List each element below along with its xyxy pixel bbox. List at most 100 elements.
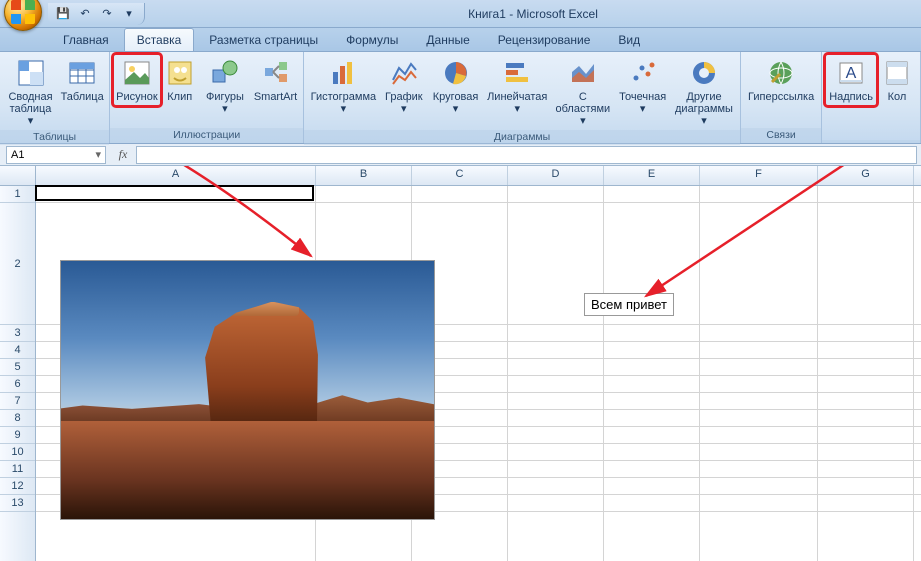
group-label: Иллюстрации bbox=[110, 128, 303, 143]
line-chart-button[interactable]: График ▾ bbox=[380, 54, 428, 118]
select-all-corner[interactable] bbox=[0, 166, 36, 185]
scatter-chart-button-label: Точечная ▾ bbox=[618, 91, 667, 115]
name-box-value: A1 bbox=[11, 149, 24, 161]
bar-chart-button[interactable]: Линейчатая ▾ bbox=[483, 54, 551, 118]
tab-главная[interactable]: Главная bbox=[50, 28, 122, 51]
row-header-2[interactable]: 2 bbox=[0, 203, 35, 325]
tab-вставка[interactable]: Вставка bbox=[124, 28, 195, 51]
column-header-B[interactable]: B bbox=[316, 166, 412, 185]
column-header-G[interactable]: G bbox=[818, 166, 914, 185]
annotation-arrow-right bbox=[616, 166, 876, 306]
shapes-button-label: Фигуры ▾ bbox=[203, 91, 247, 115]
fx-icon[interactable]: fx bbox=[114, 146, 132, 164]
table-icon bbox=[66, 57, 98, 89]
smartart-button-label: SmartArt bbox=[254, 91, 297, 103]
other-charts-button-label: Другие диаграммы ▾ bbox=[675, 91, 733, 127]
group-label: Диаграммы bbox=[304, 130, 740, 145]
footer-button-label: Кол bbox=[888, 91, 907, 103]
undo-icon[interactable]: ↶ bbox=[76, 5, 94, 23]
row-header-9[interactable]: 9 bbox=[0, 427, 35, 444]
areachart-icon bbox=[567, 57, 599, 89]
tab-данные[interactable]: Данные bbox=[413, 28, 482, 51]
row-header-5[interactable]: 5 bbox=[0, 359, 35, 376]
redo-icon[interactable]: ↷ bbox=[98, 5, 116, 23]
textbox-content: Всем привет bbox=[591, 297, 667, 312]
window-title: Книга1 - Microsoft Excel bbox=[145, 7, 921, 21]
inserted-textbox[interactable]: Всем привет bbox=[584, 293, 674, 316]
tab-формулы[interactable]: Формулы bbox=[333, 28, 411, 51]
row-header-13[interactable]: 13 bbox=[0, 495, 35, 512]
formula-bar[interactable] bbox=[136, 146, 917, 164]
inserted-picture[interactable] bbox=[60, 260, 435, 520]
row-headers: 12345678910111213 bbox=[0, 186, 36, 561]
doughnut-icon bbox=[688, 57, 720, 89]
picture-icon bbox=[121, 57, 153, 89]
row-header-7[interactable]: 7 bbox=[0, 393, 35, 410]
hyperlink-button-label: Гиперссылка bbox=[748, 91, 814, 103]
pie-chart-button-label: Круговая ▾ bbox=[432, 91, 479, 115]
column-header-C[interactable]: C bbox=[412, 166, 508, 185]
cells-area[interactable]: Всем привет bbox=[36, 186, 921, 561]
pivot-table-button-label: Сводная таблица ▾ bbox=[7, 91, 54, 127]
column-header-A[interactable]: A bbox=[36, 166, 316, 185]
row-header-4[interactable]: 4 bbox=[0, 342, 35, 359]
formula-bar-row: A1 ▾ fx bbox=[0, 144, 921, 166]
ribbon-tabs: ГлавнаяВставкаРазметка страницыФормулыДа… bbox=[0, 28, 921, 52]
picture-button[interactable]: Рисунок bbox=[113, 54, 160, 106]
clip-button[interactable]: Клип bbox=[161, 54, 199, 106]
row-header-8[interactable]: 8 bbox=[0, 410, 35, 427]
textbox-icon: A bbox=[835, 57, 867, 89]
column-header-D[interactable]: D bbox=[508, 166, 604, 185]
title-bar: 💾 ↶ ↷ ▾ Книга1 - Microsoft Excel bbox=[0, 0, 921, 28]
scatter-icon bbox=[627, 57, 659, 89]
scatter-chart-button[interactable]: Точечная ▾ bbox=[614, 54, 671, 118]
other-charts-button[interactable]: Другие диаграммы ▾ bbox=[671, 54, 737, 130]
picture-button-label: Рисунок bbox=[116, 91, 158, 103]
bar-chart-button-label: Линейчатая ▾ bbox=[487, 91, 547, 115]
column-header-F[interactable]: F bbox=[700, 166, 818, 185]
column-header-E[interactable]: E bbox=[604, 166, 700, 185]
name-box[interactable]: A1 ▾ bbox=[6, 146, 106, 164]
pivot-table-button[interactable]: Сводная таблица ▾ bbox=[3, 54, 58, 130]
piechart-icon bbox=[440, 57, 472, 89]
active-cell[interactable] bbox=[35, 185, 314, 201]
tab-разметка страницы[interactable]: Разметка страницы bbox=[196, 28, 331, 51]
office-button[interactable] bbox=[4, 0, 42, 31]
area-chart-button[interactable]: С областями ▾ bbox=[551, 54, 614, 130]
linechart-icon bbox=[388, 57, 420, 89]
shapes-button[interactable]: Фигуры ▾ bbox=[199, 54, 251, 118]
worksheet: ABCDEFG 12345678910111213 Всем привет bbox=[0, 166, 921, 561]
hyperlink-button[interactable]: Гиперссылка bbox=[744, 54, 818, 106]
save-icon[interactable]: 💾 bbox=[54, 5, 72, 23]
svg-text:A: A bbox=[846, 65, 857, 82]
smartart-icon bbox=[260, 57, 292, 89]
row-header-3[interactable]: 3 bbox=[0, 325, 35, 342]
column-chart-button-label: Гистограмма ▾ bbox=[311, 91, 377, 115]
ribbon: Сводная таблица ▾ТаблицаТаблицыРисунокКл… bbox=[0, 52, 921, 144]
group-label bbox=[822, 140, 920, 143]
row-header-12[interactable]: 12 bbox=[0, 478, 35, 495]
table-button[interactable]: Таблица bbox=[58, 54, 106, 106]
row-header-10[interactable]: 10 bbox=[0, 444, 35, 461]
colchart-icon bbox=[327, 57, 359, 89]
footer-icon bbox=[881, 57, 913, 89]
hyperlink-icon bbox=[765, 57, 797, 89]
shapes-icon bbox=[209, 57, 241, 89]
row-header-1[interactable]: 1 bbox=[0, 186, 35, 203]
area-chart-button-label: С областями ▾ bbox=[555, 91, 610, 127]
tab-рецензирование[interactable]: Рецензирование bbox=[485, 28, 604, 51]
tab-вид[interactable]: Вид bbox=[605, 28, 653, 51]
row-header-6[interactable]: 6 bbox=[0, 376, 35, 393]
quick-access-toolbar: 💾 ↶ ↷ ▾ bbox=[48, 3, 145, 25]
row-header-11[interactable]: 11 bbox=[0, 461, 35, 478]
pie-chart-button[interactable]: Круговая ▾ bbox=[428, 54, 483, 118]
qat-dropdown-icon[interactable]: ▾ bbox=[120, 5, 138, 23]
textbox-button[interactable]: A Надпись bbox=[825, 54, 877, 106]
footer-button[interactable]: Кол bbox=[877, 54, 917, 106]
clip-icon bbox=[164, 57, 196, 89]
pivot-icon bbox=[15, 57, 47, 89]
column-chart-button[interactable]: Гистограмма ▾ bbox=[307, 54, 380, 118]
textbox-button-label: Надпись bbox=[829, 91, 873, 103]
group-label: Связи bbox=[741, 128, 821, 143]
smartart-button[interactable]: SmartArt bbox=[251, 54, 300, 106]
